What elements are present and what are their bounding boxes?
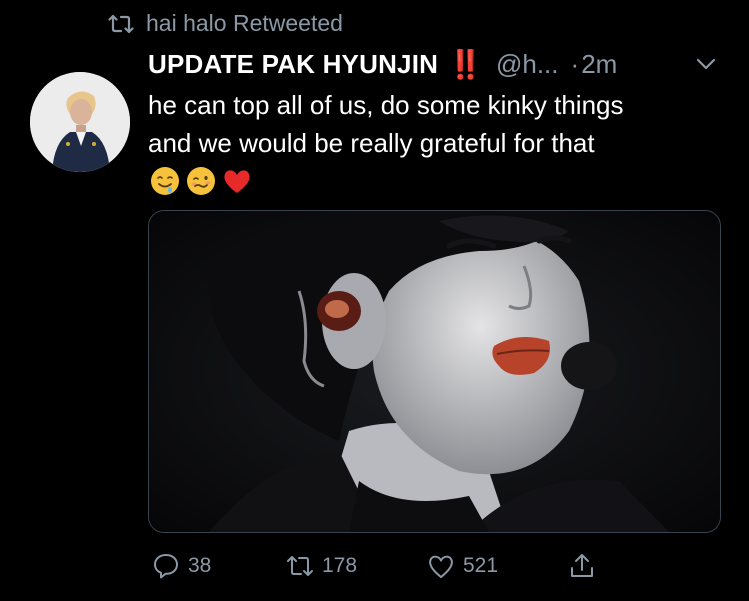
retweet-context[interactable]: hai halo Retweeted	[108, 10, 343, 37]
display-name[interactable]: UPDATE PAK HYUNJIN	[148, 49, 438, 80]
double-exclamation-emoji: ‼️	[448, 49, 483, 80]
action-bar: 38 178 521	[0, 552, 749, 584]
tweet-text: he can top all of us, do some kinky thin…	[148, 86, 728, 162]
drooling-face-emoji	[151, 167, 179, 195]
tweet-media-image[interactable]	[148, 210, 721, 533]
tweet-text-line-1: he can top all of us, do some kinky thin…	[148, 90, 624, 120]
retweet-icon	[108, 14, 134, 33]
retweet-button[interactable]: 178	[286, 552, 357, 580]
retweet-count: 178	[322, 554, 358, 577]
like-button[interactable]: 521	[427, 552, 498, 580]
separator-dot: ·	[570, 49, 580, 79]
retweet-label: hai halo Retweeted	[146, 10, 343, 36]
timestamp[interactable]: 2m	[581, 49, 617, 80]
woozy-face-emoji	[187, 167, 215, 195]
emoji-row	[150, 166, 252, 196]
chevron-down-icon[interactable]	[694, 56, 718, 72]
reply-count: 38	[188, 554, 212, 577]
like-count: 521	[463, 554, 499, 577]
reply-button[interactable]: 38	[152, 552, 211, 580]
tweet-header: UPDATE PAK HYUNJIN ‼️ @h... · 2m	[148, 48, 617, 81]
heart-icon	[429, 555, 453, 578]
red-heart-emoji	[224, 170, 250, 193]
tweet-text-line-2: and we would be really grateful for that	[148, 128, 595, 158]
retweet-icon	[287, 556, 313, 576]
share-icon	[571, 554, 593, 577]
avatar[interactable]	[30, 72, 130, 172]
share-button[interactable]	[568, 552, 596, 580]
reply-icon	[154, 554, 178, 579]
user-handle[interactable]: @h...	[496, 49, 559, 80]
